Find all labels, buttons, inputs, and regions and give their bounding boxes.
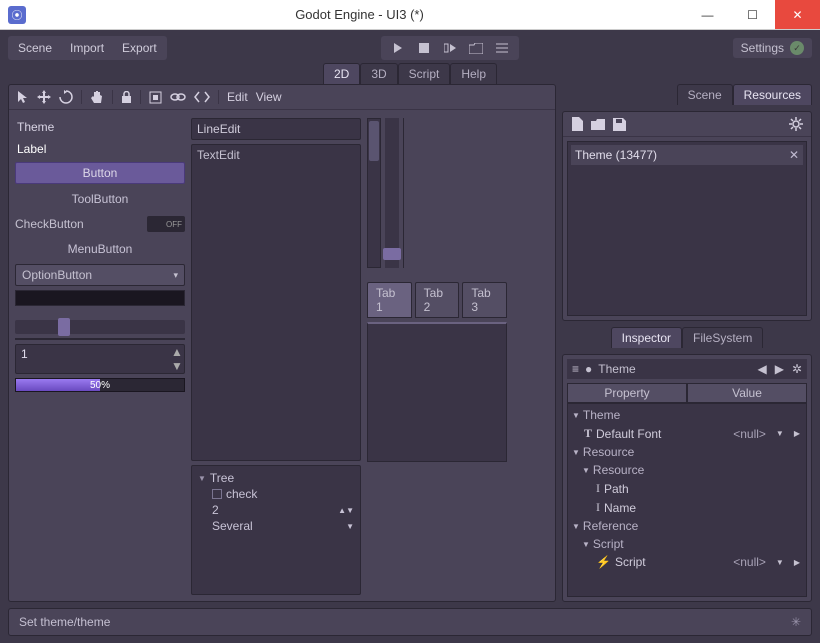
minimize-button[interactable]: — [685, 0, 730, 29]
tree-control[interactable]: ▼Tree check 2▲▼ Several▼ [191, 465, 361, 595]
checkbutton-toggle[interactable]: OFF [147, 216, 185, 232]
button-control[interactable]: Button [15, 162, 185, 184]
viewport-panel: Edit View Theme Label Button ToolButton … [8, 84, 556, 602]
checkbutton-label: CheckButton [15, 217, 84, 231]
prop-default-font[interactable]: T Default Font <null> ▼▶ [570, 424, 804, 443]
lineedit-control[interactable]: LineEdit [191, 118, 361, 140]
spinner-icon: ✳ [791, 615, 801, 629]
tab3[interactable]: Tab 3 [462, 282, 507, 318]
lock-icon[interactable] [121, 91, 132, 104]
tab-script[interactable]: Script [398, 63, 451, 84]
object-icon: ● [585, 362, 592, 376]
vscrollbar-control[interactable] [367, 118, 381, 268]
spinbox-control[interactable]: 1 ▲▼ [15, 344, 185, 374]
textedit-control[interactable]: TextEdit [191, 144, 361, 461]
titlebar: ⦿ Godot Engine - UI3 (*) — ☐ ✕ [0, 0, 820, 30]
maximize-button[interactable]: ☐ [730, 0, 775, 29]
menu-export[interactable]: Export [114, 38, 165, 58]
viewport-toolbar: Edit View [9, 85, 555, 110]
close-button[interactable]: ✕ [775, 0, 820, 29]
code-icon[interactable] [194, 91, 210, 103]
gear-icon[interactable] [789, 117, 803, 131]
tab2[interactable]: Tab 2 [415, 282, 460, 318]
toolbutton-control[interactable]: ToolButton [15, 188, 185, 210]
status-ok-icon: ✓ [790, 41, 804, 55]
optionbutton-control[interactable]: OptionButton▾ [15, 264, 185, 286]
menu-import[interactable]: Import [62, 38, 112, 58]
list-icon[interactable] [493, 40, 511, 56]
dock-tab-filesystem[interactable]: FileSystem [682, 327, 763, 348]
app-icon: ⦿ [8, 6, 26, 24]
pan-icon[interactable] [90, 90, 104, 104]
save-icon[interactable] [613, 118, 626, 131]
history-back-icon[interactable]: ◀ [757, 362, 766, 376]
theme-label: Theme [15, 118, 185, 136]
prop-script[interactable]: ⚡Script <null> ▼▶ [570, 553, 804, 571]
inspector-object: Theme [598, 362, 635, 376]
col-value: Value [687, 383, 807, 403]
menu-scene[interactable]: Scene [10, 38, 60, 58]
gear-icon[interactable]: ✲ [792, 362, 802, 376]
settings-button[interactable]: Settings ✓ [733, 38, 812, 58]
dock-tab-inspector[interactable]: Inspector [611, 327, 682, 348]
tab-2d[interactable]: 2D [323, 63, 360, 84]
play-scene-icon[interactable] [441, 40, 459, 56]
play-icon[interactable] [389, 40, 407, 56]
toolbar-edit[interactable]: Edit [227, 90, 248, 104]
status-text: Set theme/theme [19, 615, 110, 629]
move-icon[interactable] [37, 90, 51, 104]
tab-help[interactable]: Help [450, 63, 497, 84]
dock-tab-resources[interactable]: Resources [733, 84, 812, 105]
link-icon[interactable] [170, 92, 186, 102]
folder-icon[interactable] [467, 40, 485, 56]
label-control: Label [15, 140, 185, 158]
hscrollbar-control[interactable] [15, 338, 185, 340]
colorpicker-control[interactable] [15, 290, 185, 306]
menubar: Scene Import Export Settings ✓ [3, 33, 817, 63]
new-resource-icon[interactable] [571, 117, 583, 131]
rotate-icon[interactable] [59, 90, 73, 104]
vslider-control[interactable] [385, 118, 399, 268]
vseparator [403, 118, 404, 268]
resource-item[interactable]: Theme (13477) ✕ [571, 145, 803, 165]
open-folder-icon[interactable] [591, 119, 605, 130]
hslider-control[interactable] [15, 320, 185, 334]
inspector-panel: ≡ ● Theme ◀ ▶ ✲ Property Value ▼Theme [562, 354, 812, 602]
col-property: Property [567, 383, 687, 403]
select-icon[interactable] [17, 90, 29, 104]
toolbar-view[interactable]: View [256, 90, 282, 104]
list-icon[interactable]: ≡ [572, 362, 579, 376]
tab1[interactable]: Tab 1 [367, 282, 412, 318]
window-title: Godot Engine - UI3 (*) [34, 7, 685, 22]
dock-tab-scene[interactable]: Scene [677, 84, 733, 105]
progressbar-control: 50% [15, 378, 185, 392]
close-icon[interactable]: ✕ [789, 148, 799, 162]
statusbar: Set theme/theme ✳ [8, 608, 812, 636]
tabcontainer-body [367, 322, 507, 462]
menubutton-control[interactable]: MenuButton [15, 238, 185, 260]
prop-path[interactable]: IPath [570, 479, 804, 498]
tab-3d[interactable]: 3D [360, 63, 397, 84]
group-icon[interactable] [149, 91, 162, 104]
prop-name[interactable]: IName [570, 498, 804, 517]
history-forward-icon[interactable]: ▶ [775, 362, 784, 376]
stop-icon[interactable] [415, 40, 433, 56]
